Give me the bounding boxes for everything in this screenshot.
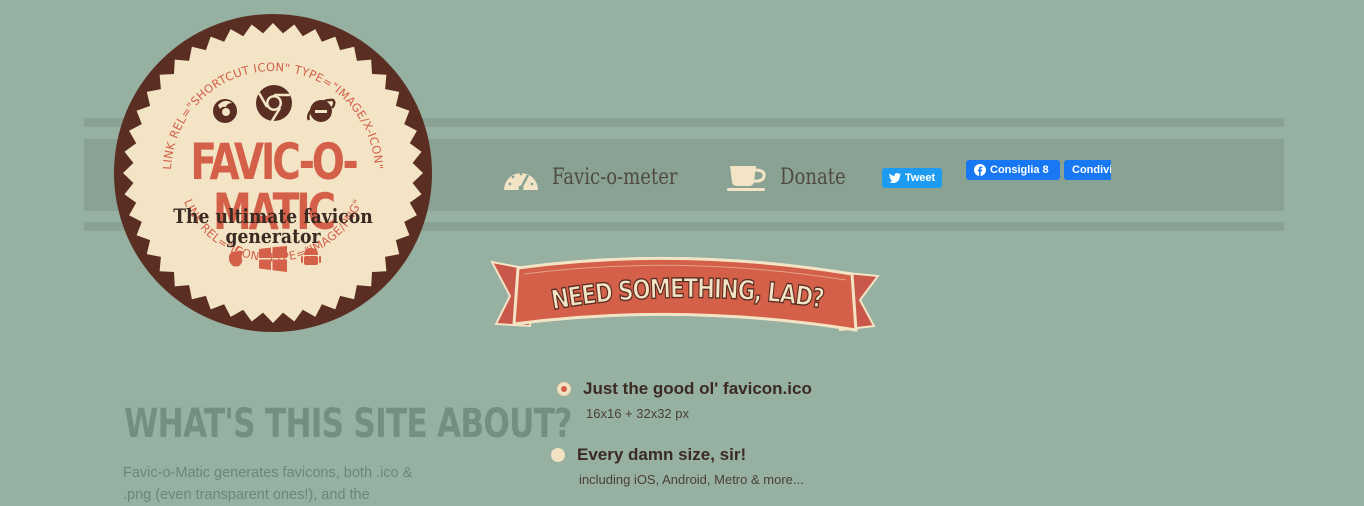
- android-icon: [301, 248, 321, 265]
- facebook-like-button[interactable]: Consiglia 8: [966, 160, 1060, 180]
- nav-faviconometer-label: Favic-o-meter: [552, 164, 678, 190]
- nav-faviconometer[interactable]: Favic-o-meter: [502, 160, 705, 194]
- firefox-icon: [213, 99, 237, 123]
- twitter-bird-icon: [888, 173, 901, 183]
- option-every-size-title[interactable]: Every damn size, sir!: [577, 445, 746, 465]
- gauge-icon: [504, 172, 538, 191]
- coffee-cup-icon: [727, 166, 766, 191]
- nav-donate[interactable]: Donate: [726, 160, 860, 194]
- option-every-size-radio[interactable]: [551, 448, 565, 462]
- option-favicon-ico-radio[interactable]: [557, 382, 571, 396]
- facebook-like-label: Consiglia 8: [990, 164, 1049, 176]
- apple-icon: [228, 246, 243, 267]
- logo-badge[interactable]: LINK REL="SHORTCUT ICON" TYPE="IMAGE/X-I…: [113, 13, 433, 333]
- about-text: Favic-o-Matic generates favicons, both .…: [123, 465, 413, 503]
- option-every-size-subtitle: including iOS, Android, Metro & more...: [579, 472, 804, 487]
- about-title: WHAT'S THIS SITE ABOUT?: [124, 401, 572, 447]
- facebook-icon: [974, 164, 986, 176]
- option-favicon-ico-title[interactable]: Just the good ol' favicon.ico: [583, 379, 812, 399]
- ie-icon: [306, 98, 336, 122]
- option-favicon-ico-subtitle: 16x16 + 32x32 px: [586, 406, 689, 421]
- logo-subtitle: The ultimate favicon generator: [173, 204, 373, 248]
- tweet-button[interactable]: Tweet: [882, 168, 942, 188]
- chrome-icon: [256, 85, 292, 122]
- nav-donate-label: Donate: [780, 164, 846, 190]
- windows-icon: [259, 246, 287, 272]
- facebook-share-label: Condivi: [1072, 164, 1111, 176]
- tweet-label: Tweet: [904, 172, 936, 184]
- facebook-share-button[interactable]: Condivi: [1064, 160, 1111, 180]
- ribbon-banner: NEED SOMETHING, LAD?: [490, 256, 880, 332]
